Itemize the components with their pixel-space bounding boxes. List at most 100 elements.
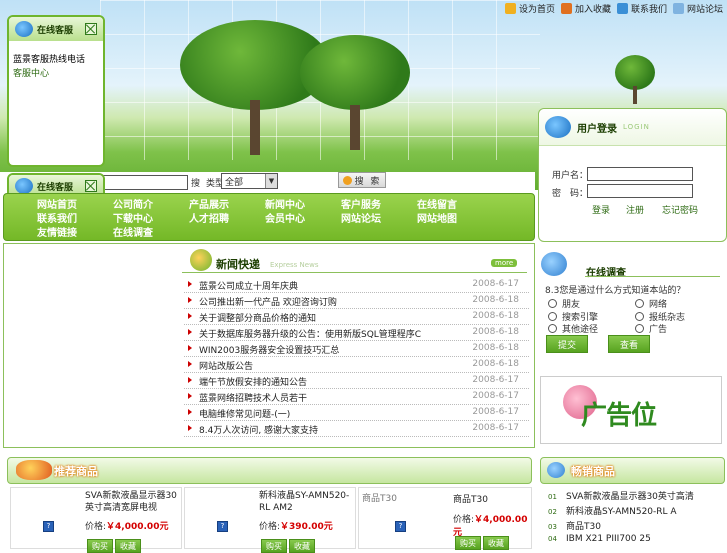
nav-item[interactable]: 网站首页: [37, 196, 77, 211]
nav-item[interactable]: 新闻中心: [265, 196, 305, 211]
favorite-button[interactable]: 收藏: [483, 536, 509, 550]
forum-icon: [672, 3, 684, 14]
survey-submit-button[interactable]: 提交: [546, 335, 588, 353]
news-item[interactable]: 8.4万人次访问, 感谢大家支持 2008-6-17: [184, 421, 529, 437]
news-item-date: 2008-6-18: [472, 311, 519, 321]
product-name[interactable]: 新科液晶SY-AMN520-RL AM2: [259, 490, 353, 514]
radio-button[interactable]: [548, 299, 557, 308]
ad-banner[interactable]: 广告位: [540, 376, 722, 444]
survey-option[interactable]: 其他途径: [548, 322, 598, 335]
news-item-date: 2008-6-18: [472, 327, 519, 337]
nav-item[interactable]: 人才招聘: [189, 210, 229, 225]
top-links: 设为首页 加入收藏 联系我们 网站论坛: [504, 2, 723, 15]
nav-item[interactable]: 公司简介: [113, 196, 153, 211]
nav-item[interactable]: 下载中心: [113, 210, 153, 225]
news-item[interactable]: WIN2003服务器安全设置技巧汇总 2008-6-18: [184, 341, 529, 357]
top-link-forum[interactable]: 网站论坛: [672, 2, 723, 15]
nav-item[interactable]: 产品展示: [189, 196, 229, 211]
login-button[interactable]: 登录: [592, 203, 610, 216]
hot-item[interactable]: 03 商品T30: [548, 519, 601, 532]
survey-option[interactable]: 朋友: [548, 297, 580, 310]
hot-item[interactable]: 01 SVA新款液晶显示器30英寸高清: [548, 489, 694, 502]
radio-button[interactable]: [635, 324, 644, 333]
top-link-home[interactable]: 设为首页: [504, 2, 555, 15]
survey-divider: [585, 276, 720, 277]
hot-item[interactable]: 02 新科液晶SY-AMN520-RL A: [548, 504, 677, 517]
bullet-arrow-icon: [188, 281, 192, 287]
home-icon: [504, 3, 516, 14]
search-input[interactable]: [102, 175, 188, 190]
bullet-arrow-icon: [188, 409, 192, 415]
nav-item[interactable]: 在线调查: [113, 224, 153, 239]
image-placeholder-icon: ?: [43, 521, 54, 532]
forgot-password-link[interactable]: 忘记密码: [662, 203, 698, 216]
radio-button[interactable]: [635, 299, 644, 308]
nav-item[interactable]: 客户服务: [341, 196, 381, 211]
news-item-title[interactable]: 公司推出新一代产品 欢迎咨询订购: [199, 295, 337, 308]
radio-button[interactable]: [548, 324, 557, 333]
radio-button[interactable]: [548, 312, 557, 321]
username-label: 用户名：: [552, 171, 589, 181]
survey-option[interactable]: 网络: [635, 297, 667, 310]
search-type-select[interactable]: 全部 ▼: [221, 173, 278, 189]
news-item[interactable]: 蓝景公司成立十周年庆典 2008-6-17: [184, 277, 529, 293]
news-item[interactable]: 关于调整部分商品价格的通知 2008-6-18: [184, 309, 529, 325]
register-link[interactable]: 注册: [626, 203, 644, 216]
favorite-button[interactable]: 收藏: [115, 539, 141, 553]
news-item-title[interactable]: 关于调整部分商品价格的通知: [199, 311, 316, 324]
bullet-arrow-icon: [188, 393, 192, 399]
radio-button[interactable]: [635, 312, 644, 321]
password-field[interactable]: [587, 184, 693, 198]
nav-item[interactable]: 联系我们: [37, 210, 77, 225]
buy-button[interactable]: 购买: [87, 539, 113, 553]
survey-question: 8.3您是通过什么方式知道本站的？: [545, 286, 686, 296]
news-item-title[interactable]: 蓝景网络招聘技术人员若干: [199, 391, 307, 404]
nav-item[interactable]: 友情链接: [37, 224, 77, 239]
news-item-title[interactable]: 网站改版公告: [199, 359, 253, 372]
news-item-title[interactable]: 电脑维修常见问题-(一): [199, 407, 290, 420]
close-icon[interactable]: [85, 180, 97, 192]
top-link-contact[interactable]: 联系我们: [616, 2, 667, 15]
search-button[interactable]: 搜 索: [338, 172, 386, 188]
news-item[interactable]: 关于数据库服务器升级的公告：使用新版SQL管理程序C 2008-6-18: [184, 325, 529, 341]
service-hotline[interactable]: 蓝景客服热线电话: [13, 52, 85, 65]
news-more-link[interactable]: more: [491, 259, 518, 267]
close-icon[interactable]: [85, 23, 97, 35]
news-item-title[interactable]: WIN2003服务器安全设置技巧汇总: [199, 343, 339, 356]
service-center[interactable]: 客服中心: [13, 66, 49, 79]
news-subtitle: Express News: [270, 261, 319, 269]
survey-view-button[interactable]: 查看: [608, 335, 650, 353]
nav-item[interactable]: 在线留言: [417, 196, 457, 211]
news-item[interactable]: 网站改版公告 2008-6-18: [184, 357, 529, 373]
bullet-arrow-icon: [188, 329, 192, 335]
news-item[interactable]: 公司推出新一代产品 欢迎咨询订购 2008-6-18: [184, 293, 529, 309]
hot-item[interactable]: 04 IBM X21 PIII700 25: [548, 534, 651, 544]
news-item-date: 2008-6-17: [472, 279, 519, 289]
product-price: 价格:￥4,000.00元: [85, 522, 169, 532]
survey-option[interactable]: 广告: [635, 322, 667, 335]
buy-button[interactable]: 购买: [261, 539, 287, 553]
news-item[interactable]: 蓝景网络招聘技术人员若干 2008-6-17: [184, 389, 529, 405]
top-link-favorite[interactable]: 加入收藏: [560, 2, 611, 15]
product-name[interactable]: 商品T30: [453, 494, 529, 506]
news-item-date: 2008-6-17: [472, 407, 519, 417]
favorite-button[interactable]: 收藏: [289, 539, 315, 553]
search-select-value: 全部: [225, 178, 244, 188]
nav-item[interactable]: 网站地图: [417, 210, 457, 225]
product-name[interactable]: SVA新款液晶显示器30英寸高清宽屏电视: [85, 490, 181, 514]
news-item-title[interactable]: 关于数据库服务器升级的公告：使用新版SQL管理程序C: [199, 327, 421, 340]
chevron-down-icon[interactable]: ▼: [265, 174, 277, 188]
nav-item[interactable]: 会员中心: [265, 210, 305, 225]
news-item[interactable]: 电脑维修常见问题-(一) 2008-6-17: [184, 405, 529, 421]
nav-item[interactable]: 网站论坛: [341, 210, 381, 225]
tree-trunk: [633, 86, 637, 104]
product-price: 价格:￥4,000.00元: [453, 515, 528, 538]
news-item-title[interactable]: 蓝景公司成立十周年庆典: [199, 279, 298, 292]
product-card: 商品T30 ? 商品T30 价格:￥4,000.00元 购买 收藏: [358, 487, 532, 550]
news-item-title[interactable]: 端午节放假安排的通知公告: [199, 375, 307, 388]
buy-button[interactable]: 购买: [455, 536, 481, 550]
bullet-arrow-icon: [188, 361, 192, 367]
news-item[interactable]: 端午节放假安排的通知公告 2008-6-17: [184, 373, 529, 389]
news-item-title[interactable]: 8.4万人次访问, 感谢大家支持: [199, 423, 318, 436]
username-field[interactable]: [587, 167, 693, 181]
